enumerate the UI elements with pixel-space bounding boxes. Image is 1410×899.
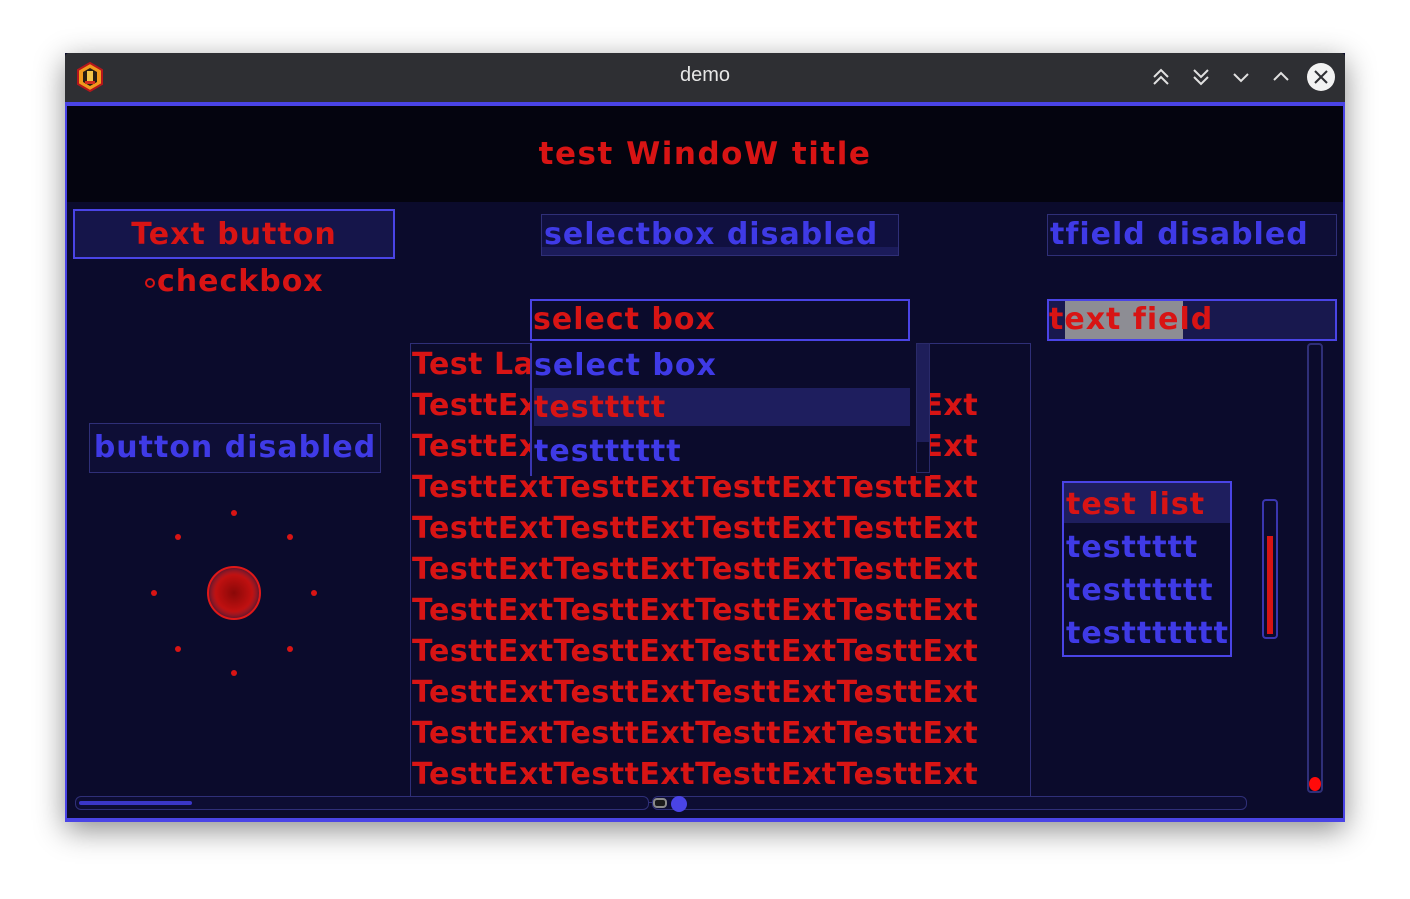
label-line: TesttExtTesttExtTesttExtTesttExt	[412, 675, 979, 710]
label-line: TesttExtTesttExtTesttExtTesttExt	[412, 716, 979, 751]
checkbox-indicator[interactable]	[145, 278, 155, 288]
client-area: test WindoW title Text button checkbox b…	[65, 102, 1345, 822]
list-item-selected[interactable]: test list	[1066, 483, 1205, 526]
maximize-icon	[1273, 71, 1289, 81]
disabled-textfield: tfield disabled	[1047, 214, 1337, 256]
label-line: TesttExtTesttExtTesttExtTesttExt	[412, 593, 979, 628]
horizontal-slider-start[interactable]	[653, 798, 667, 808]
disabled-selectbox: selectbox disabled	[541, 214, 899, 256]
label-line: TesttExtTesttExtTesttExtTesttExt	[412, 634, 979, 669]
label-line: TesttExtTesttExtTesttExtTesttExt	[412, 552, 979, 587]
keep-below-button[interactable]	[1187, 63, 1215, 91]
window-header: test WindoW title	[67, 106, 1343, 202]
dropdown-scrollbar[interactable]	[916, 343, 930, 473]
label-line: TesttExtTesttExtTesttExtTesttExt	[412, 757, 979, 792]
text-field[interactable]: text field	[1047, 299, 1337, 341]
horizontal-progress-fill	[79, 801, 192, 805]
title-bar[interactable]: demo	[65, 53, 1345, 102]
minimize-button[interactable]	[1227, 63, 1255, 91]
dropdown-option[interactable]: select box	[534, 345, 717, 387]
vertical-progress-fill	[1267, 536, 1273, 634]
checkbox-label: checkbox	[157, 264, 324, 299]
close-button[interactable]	[1307, 63, 1335, 91]
list-item[interactable]: testttttt	[1066, 569, 1214, 612]
minimize-icon	[1233, 73, 1249, 83]
disabled-button: button disabled	[89, 423, 381, 473]
vertical-progress-bar	[1262, 499, 1278, 639]
keep-below-icon	[1193, 69, 1209, 86]
keep-above-icon	[1153, 68, 1169, 85]
app-window: demo test WindoW title Text button check…	[65, 53, 1345, 822]
label-line: TesttExtTesttExtTesttExtTesttExt	[412, 511, 979, 546]
keep-above-button[interactable]	[1147, 63, 1175, 91]
maximize-button[interactable]	[1267, 63, 1295, 91]
list-item[interactable]: testtttt	[1066, 526, 1198, 569]
list-item[interactable]: testtttttt	[1066, 612, 1229, 655]
test-list[interactable]: test list testtttt testttttt testtttttt	[1062, 481, 1232, 657]
vertical-slider-handle[interactable]	[1309, 777, 1321, 791]
page-title: test WindoW title	[538, 136, 872, 172]
horizontal-progress-bar	[75, 796, 649, 810]
horizontal-slider-handle[interactable]	[671, 796, 687, 812]
dropdown-scrollbar-thumb[interactable]	[917, 344, 929, 442]
close-icon	[1314, 70, 1328, 84]
dropdown-option[interactable]: testttttt	[534, 431, 682, 473]
disabled-button-label: button disabled	[93, 430, 377, 465]
selectbox-dropdown[interactable]: select box testtttt testttttt	[530, 343, 930, 476]
selectbox-value: select box	[533, 302, 716, 337]
text-field-value: text field	[1049, 302, 1214, 337]
text-button-label: Text button	[131, 217, 337, 252]
dropdown-option-highlighted[interactable]: testtttt	[534, 387, 666, 429]
vertical-slider[interactable]	[1307, 343, 1323, 793]
spinner-icon	[151, 510, 317, 676]
text-button[interactable]: Text button	[73, 209, 395, 259]
selectbox[interactable]: select box	[530, 299, 910, 341]
disabled-textfield-label: tfield disabled	[1050, 217, 1309, 252]
horizontal-slider[interactable]	[652, 796, 1247, 812]
